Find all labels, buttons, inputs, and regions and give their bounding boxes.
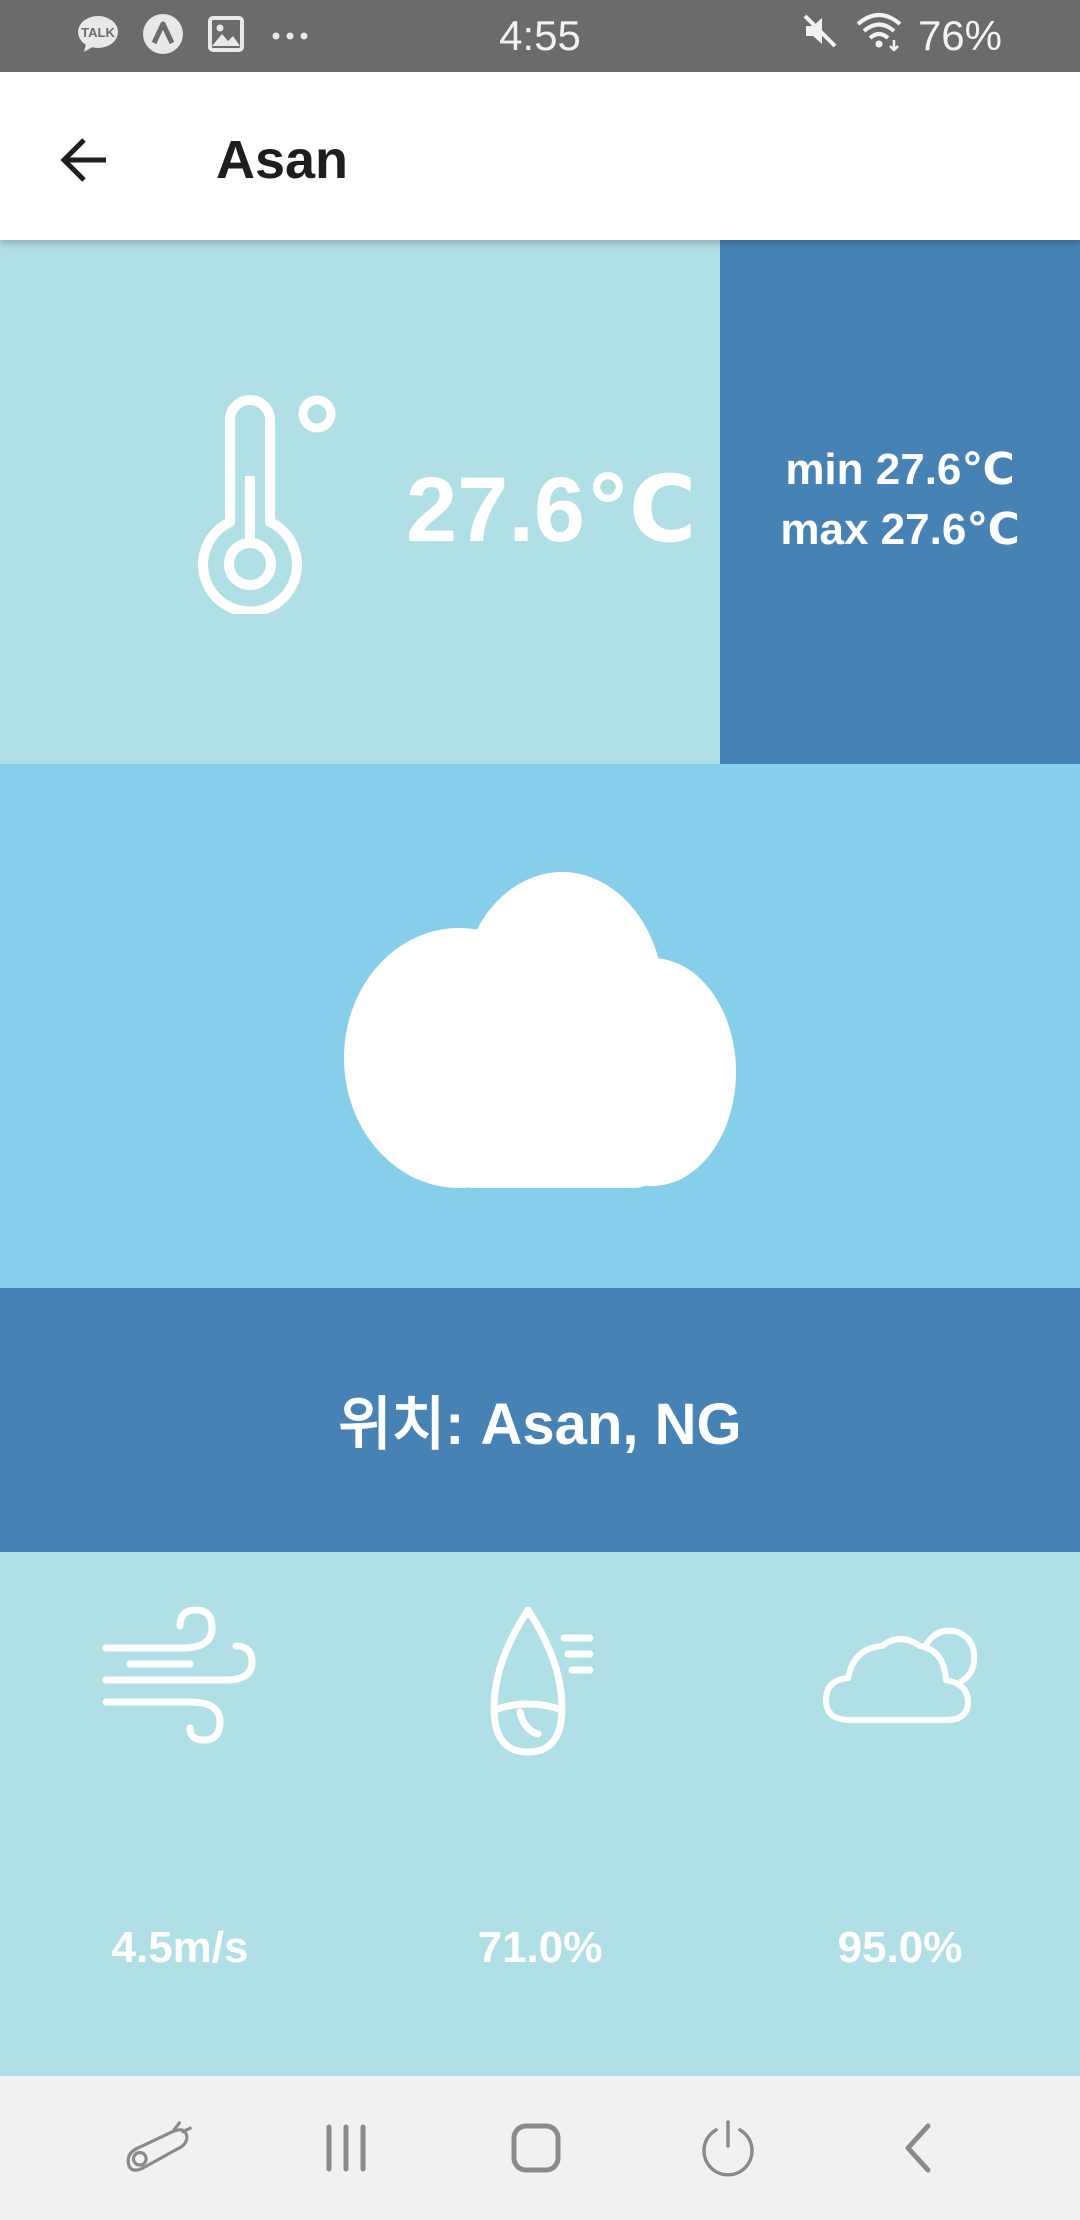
weather-condition-panel [0, 764, 1080, 1288]
power-button[interactable] [692, 2112, 764, 2184]
wind-icon [102, 1606, 256, 1744]
assistant-icon [126, 2121, 192, 2172]
cloud-icon [344, 872, 736, 1188]
thermometer-icon [198, 395, 336, 614]
location-panel: 위치: Asan, NG [0, 1288, 1080, 1552]
cloudiness-icon [823, 1627, 978, 1723]
current-temperature: 27.6℃ [406, 459, 697, 561]
navigation-bar [0, 2076, 1080, 2220]
assistant-button[interactable] [120, 2112, 192, 2184]
recent-apps-button[interactable] [310, 2112, 382, 2184]
arrow-left-icon [60, 138, 106, 182]
cloudiness-value: 95.0% [837, 1923, 963, 1972]
cloudiness-metric: 95.0% [720, 1552, 1080, 2076]
humidity-value: 71.0% [477, 1923, 603, 1972]
mute-icon [800, 11, 840, 61]
app-bar: Asan [0, 72, 1080, 240]
back-button[interactable] [46, 122, 122, 198]
page-title: Asan [216, 130, 349, 190]
minmax-text: min 27.6℃ max 27.6℃ [720, 440, 1080, 560]
temperature-panel: 27.6℃ [0, 240, 720, 764]
power-icon [702, 2120, 754, 2177]
humidity-icon [490, 1606, 594, 1756]
wind-metric: 4.5m/s [0, 1552, 360, 2076]
battery-text: 76% [917, 12, 1002, 59]
location-text: 위치: Asan, NG [338, 1392, 742, 1457]
home-icon [511, 2123, 561, 2173]
home-button[interactable] [500, 2112, 572, 2184]
minmax-panel: min 27.6℃ max 27.6℃ [720, 240, 1080, 764]
status-bar: TALK 4:55 76% [0, 0, 1080, 72]
wind-speed-value: 4.5m/s [111, 1923, 249, 1972]
recent-apps-icon [326, 2124, 366, 2172]
back-nav-button[interactable] [882, 2112, 954, 2184]
wifi-icon [854, 10, 904, 62]
min-temperature: min 27.6℃ [785, 445, 1015, 494]
humidity-metric: 71.0% [360, 1552, 720, 2076]
status-right: 76% [800, 10, 1002, 62]
metrics-panel: 4.5m/s 71.0% 95.0% [0, 1552, 1080, 2076]
back-icon [905, 2123, 931, 2173]
max-temperature: max 27.6℃ [780, 505, 1020, 554]
